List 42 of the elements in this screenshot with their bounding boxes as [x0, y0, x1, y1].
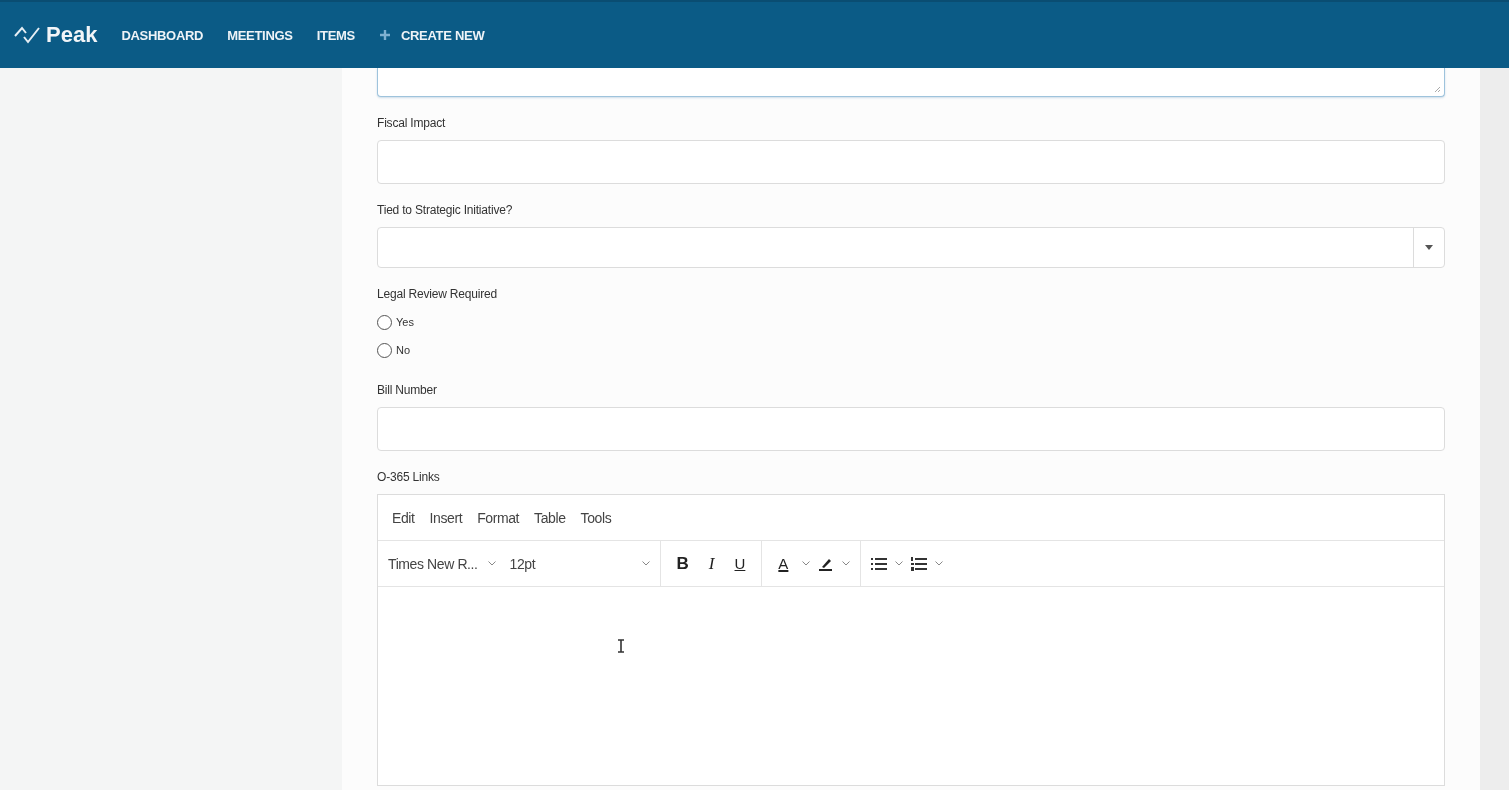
field-label: Tied to Strategic Initiative? — [377, 203, 514, 217]
font-family-dropdown[interactable]: Times New R... — [388, 555, 496, 572]
menu-item[interactable]: Format — [477, 509, 520, 526]
textarea-field[interactable] — [377, 68, 1445, 97]
radio-button[interactable] — [377, 314, 392, 330]
nav-link[interactable]: MEETINGS — [227, 27, 293, 43]
radio-label: No — [396, 344, 411, 356]
field-label: Bill Number — [377, 383, 438, 397]
text-cursor-icon — [617, 639, 625, 653]
menu-item[interactable]: Insert — [429, 509, 463, 526]
menu-item[interactable]: Table — [534, 509, 566, 526]
resize-handle-icon — [1433, 85, 1441, 93]
brand-name: Peak — [46, 22, 98, 48]
radio-button[interactable] — [377, 342, 392, 358]
format-button[interactable]: I — [702, 553, 721, 574]
radio-label: Yes — [396, 316, 414, 328]
logo-icon — [14, 25, 40, 45]
chevron-icon — [802, 561, 811, 566]
chevron-icon — [641, 561, 650, 566]
bullet-list-icon[interactable] — [871, 556, 888, 571]
chevron-icon — [935, 561, 944, 566]
chevron-icon — [487, 561, 496, 566]
numbered-list-icon[interactable] — [911, 556, 928, 571]
input-field[interactable] — [377, 140, 1445, 184]
nav-link[interactable]: ITEMS — [316, 27, 355, 43]
dropdown-field[interactable] — [377, 227, 1445, 268]
field-label: Fiscal Impact — [377, 116, 447, 130]
menu-item[interactable]: Tools — [580, 509, 612, 526]
nav-link[interactable]: DASHBOARD — [121, 27, 204, 43]
chevron-icon — [842, 561, 851, 566]
text-color-button[interactable]: A — [772, 555, 795, 572]
font-size-dropdown[interactable]: 12pt — [509, 555, 650, 572]
chevron-icon — [895, 561, 904, 566]
plus-icon — [378, 29, 391, 41]
format-button[interactable]: U — [728, 555, 752, 572]
field-label: O-365 Links — [377, 470, 441, 484]
input-field[interactable] — [377, 407, 1445, 451]
field-label: Legal Review Required — [377, 287, 498, 301]
menu-item[interactable]: Edit — [392, 509, 415, 526]
format-button[interactable]: B — [670, 553, 695, 574]
caret-icon — [1425, 245, 1433, 250]
create-new-link[interactable]: CREATE NEW — [378, 27, 485, 43]
